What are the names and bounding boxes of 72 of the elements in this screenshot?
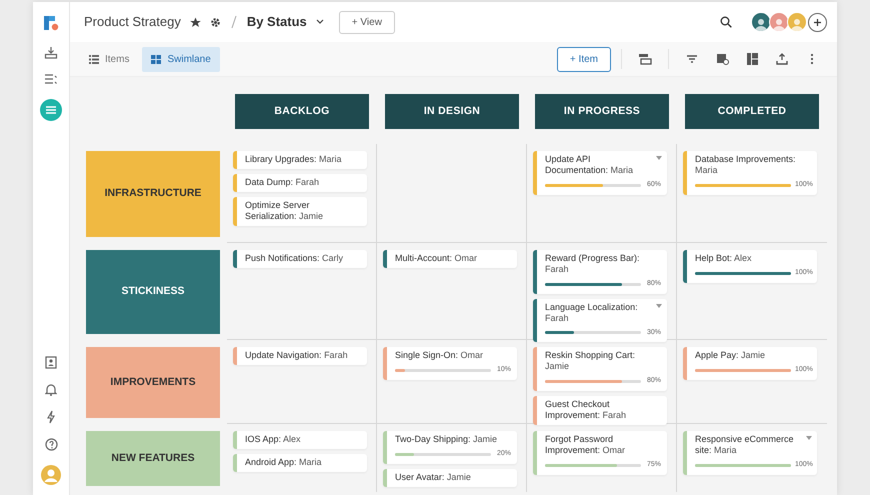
card-title: Help Bot: Alex <box>695 253 753 264</box>
lane-label: INFRASTRUCTURE <box>86 151 220 237</box>
add-view-button[interactable]: + View <box>338 10 395 34</box>
settings-icon[interactable] <box>210 16 221 28</box>
star-icon[interactable] <box>190 16 201 28</box>
card-title: User Avatar: Jamie <box>395 472 472 482</box>
card-title: Reward (Progress Bar): Farah <box>545 253 641 275</box>
card-settings-icon[interactable] <box>716 53 728 65</box>
dropdown-caret-icon[interactable] <box>806 436 812 440</box>
plus-icon <box>813 18 822 26</box>
column-header: IN DESIGN <box>385 94 519 129</box>
view-selector[interactable]: By Status <box>246 12 307 32</box>
card-title: Android App: Maria <box>245 457 323 468</box>
dropdown-caret-icon[interactable] <box>656 304 662 308</box>
group-icon[interactable] <box>638 53 652 65</box>
task-card[interactable]: IOS App: Alex <box>233 431 367 449</box>
lane-label: NEW FEATURES <box>86 431 220 486</box>
add-member-button[interactable] <box>808 12 827 32</box>
card-title: Push Notifications: Carly <box>245 253 344 264</box>
task-card[interactable]: Update Navigation: Farah <box>233 347 367 365</box>
add-item-button[interactable]: + Item <box>556 46 611 72</box>
card-title: Update Navigation: Farah <box>245 350 349 361</box>
task-card[interactable]: Android App: Maria <box>233 454 367 472</box>
board-title: Product Strategy <box>84 13 181 32</box>
filter-icon[interactable] <box>686 54 698 64</box>
view-tab[interactable]: Swimlane <box>142 46 220 72</box>
export-icon[interactable] <box>776 53 788 65</box>
lane-label: STICKINESS <box>86 250 220 334</box>
grid-icon <box>151 54 162 64</box>
card-title: Responsive eCommerce site: Maria <box>695 434 795 456</box>
caret-icon[interactable] <box>316 19 324 25</box>
dropdown-caret-icon[interactable] <box>656 156 662 160</box>
card-title: IOS App: Alex <box>245 434 302 445</box>
search-icon[interactable] <box>720 16 732 28</box>
logo-icon[interactable] <box>42 14 60 32</box>
swimlane-icon[interactable] <box>40 99 62 121</box>
card-title: Library Upgrades: Maria <box>245 154 343 165</box>
list-icon[interactable] <box>44 73 58 85</box>
contacts-icon[interactable] <box>45 356 57 369</box>
task-card[interactable]: Optimize Server Serialization: Jamie <box>233 197 367 226</box>
card-title: Two-Day Shipping: Jamie <box>395 434 498 445</box>
column-header: IN PROGRESS <box>535 94 669 129</box>
more-icon[interactable] <box>810 53 814 65</box>
card-title: Forgot Password Improvement: Omar <box>545 434 626 456</box>
card-title: Update API Documentation: Maria <box>545 154 634 176</box>
list-icon <box>89 54 99 64</box>
task-card[interactable]: Data Dump: Farah <box>233 174 367 192</box>
task-card[interactable]: Guest Checkout Improvement: Farah <box>533 396 667 424</box>
task-card[interactable]: Multi-Account: Omar <box>383 250 517 268</box>
card-title: Data Dump: Farah <box>245 177 320 188</box>
help-icon[interactable] <box>44 438 58 451</box>
card-title: Guest Checkout Improvement: Farah <box>545 398 628 420</box>
view-tab[interactable]: Items <box>80 46 138 72</box>
column-header: BACKLOG <box>235 94 369 129</box>
download-icon[interactable] <box>44 46 58 59</box>
column-header: COMPLETED <box>685 94 819 129</box>
task-card[interactable]: User Avatar: Jamie <box>383 468 517 486</box>
card-title: Optimize Server Serialization: Jamie <box>245 200 324 222</box>
card-title: Multi-Account: Omar <box>395 253 478 264</box>
card-title: Reskin Shopping Cart: Jamie <box>545 350 636 372</box>
task-card[interactable]: Library Upgrades: Maria <box>233 151 367 169</box>
lightning-icon[interactable] <box>46 410 56 424</box>
card-title: Single Sign-On: Omar <box>395 350 484 361</box>
slash-icon <box>230 15 238 29</box>
card-title: Database Improvements: Maria <box>695 154 797 176</box>
bell-icon[interactable] <box>45 383 57 396</box>
card-title: Language Localization: Farah <box>545 302 639 324</box>
avatar[interactable] <box>751 12 771 32</box>
lane-label: IMPROVEMENTS <box>86 347 220 418</box>
layout-icon[interactable] <box>746 53 758 65</box>
task-card[interactable]: Push Notifications: Carly <box>233 250 367 268</box>
card-title: Apple Pay: Jamie <box>695 350 766 361</box>
